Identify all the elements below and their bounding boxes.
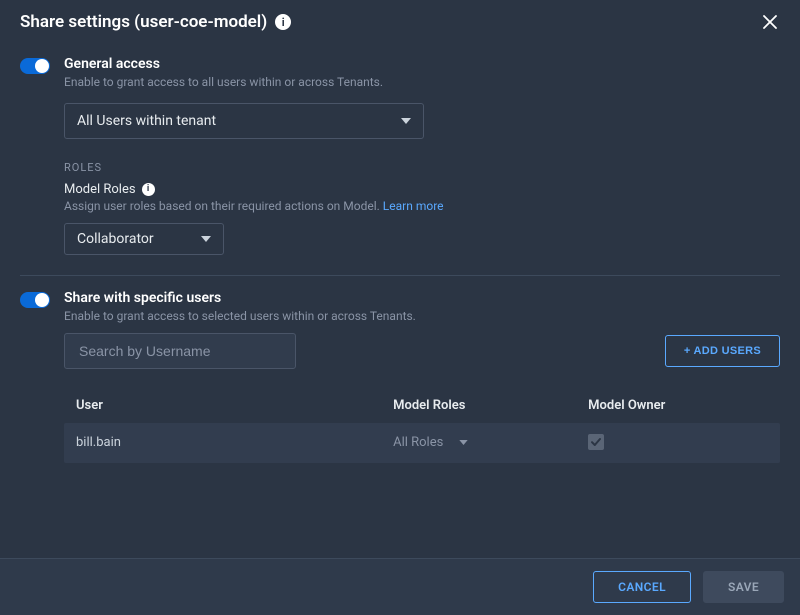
role-select[interactable]: Collaborator xyxy=(64,223,224,255)
info-icon[interactable]: i xyxy=(142,183,155,196)
users-table: User Model Roles Model Owner bill.bain A… xyxy=(64,389,780,463)
general-access-toggle[interactable] xyxy=(20,58,50,74)
model-roles-label: Model Roles xyxy=(64,182,136,197)
cell-user: bill.bain xyxy=(76,435,381,450)
scope-select-value: All Users within tenant xyxy=(77,113,216,129)
caret-down-icon xyxy=(201,236,211,242)
row-role-select[interactable]: All Roles xyxy=(393,435,468,450)
general-access-subtitle: Enable to grant access to all users with… xyxy=(64,75,780,89)
owner-checkbox[interactable] xyxy=(588,434,604,450)
learn-more-link[interactable]: Learn more xyxy=(383,199,444,213)
info-icon[interactable]: i xyxy=(275,14,291,30)
save-button[interactable]: SAVE xyxy=(703,571,784,603)
dialog-body: General access Enable to grant access to… xyxy=(0,40,800,558)
model-roles-help: Assign user roles based on their require… xyxy=(64,199,780,213)
general-access-title: General access xyxy=(64,56,780,73)
general-access-section: General access Enable to grant access to… xyxy=(20,46,780,269)
cancel-button[interactable]: CANCEL xyxy=(593,571,691,603)
role-select-value: Collaborator xyxy=(77,231,154,247)
check-icon xyxy=(590,436,602,448)
specific-users-section: Share with specific users Enable to gran… xyxy=(20,280,780,477)
col-roles: Model Roles xyxy=(393,398,576,413)
close-button[interactable] xyxy=(760,12,780,32)
col-user: User xyxy=(76,398,381,413)
table-row: bill.bain All Roles xyxy=(64,423,780,463)
search-input[interactable] xyxy=(77,342,283,360)
caret-down-icon xyxy=(401,118,411,124)
row-role-value: All Roles xyxy=(393,435,443,450)
add-users-button[interactable]: + ADD USERS xyxy=(665,335,780,367)
caret-down-icon xyxy=(459,440,468,445)
dialog-header: Share settings (user-coe-model) i xyxy=(0,0,800,40)
close-icon xyxy=(763,15,777,29)
dialog-footer: CANCEL SAVE xyxy=(0,558,800,615)
col-owner: Model Owner xyxy=(588,398,741,413)
specific-users-subtitle: Enable to grant access to selected users… xyxy=(64,309,780,323)
dialog-title: Share settings (user-coe-model) xyxy=(20,12,267,32)
scope-select[interactable]: All Users within tenant xyxy=(64,103,424,139)
section-divider xyxy=(20,275,780,276)
search-input-wrap[interactable] xyxy=(64,333,296,369)
roles-subhead: ROLES xyxy=(64,161,780,174)
specific-users-title: Share with specific users xyxy=(64,290,780,307)
table-header: User Model Roles Model Owner xyxy=(64,389,780,423)
specific-users-toggle[interactable] xyxy=(20,292,50,308)
